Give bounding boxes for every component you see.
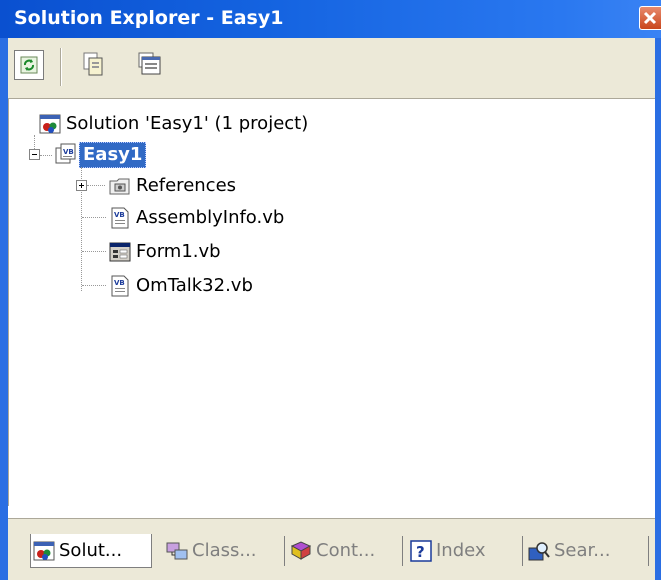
references-icon bbox=[109, 178, 130, 195]
tree-line bbox=[34, 135, 35, 149]
expand-toggle[interactable] bbox=[76, 180, 87, 191]
close-button[interactable] bbox=[639, 6, 661, 30]
tree-line bbox=[87, 185, 105, 186]
class-view-icon bbox=[166, 542, 188, 560]
title-bar[interactable]: Solution Explorer - Easy1 bbox=[0, 0, 661, 38]
solution-tree[interactable]: Solution 'Easy1' (1 project) VB Easy1 Re… bbox=[8, 98, 655, 506]
show-all-files-button[interactable] bbox=[80, 50, 110, 80]
properties-button[interactable] bbox=[136, 50, 166, 80]
svg-text:?: ? bbox=[416, 543, 425, 561]
collapse-toggle[interactable] bbox=[29, 149, 40, 160]
tab-solution-explorer[interactable]: Solut... bbox=[30, 534, 152, 568]
show-all-files-icon bbox=[83, 52, 103, 76]
solution-icon bbox=[33, 541, 55, 561]
solution-icon bbox=[39, 114, 61, 134]
contents-icon bbox=[290, 541, 312, 560]
refresh-icon bbox=[20, 56, 38, 74]
omtalk32-label: OmTalk32.vb bbox=[136, 275, 253, 296]
help-index-icon: ? bbox=[410, 540, 432, 562]
tree-line bbox=[82, 285, 106, 286]
svg-text:VB: VB bbox=[114, 211, 125, 219]
svg-text:VB: VB bbox=[63, 148, 74, 156]
properties-icon bbox=[138, 52, 161, 75]
form1-label: Form1.vb bbox=[136, 241, 221, 262]
tab-separator bbox=[284, 536, 285, 566]
tab-search[interactable]: Sear... bbox=[526, 534, 644, 568]
toolbar-separator bbox=[60, 48, 62, 86]
tab-strip: Solut... Class... Cont... ? Index Sear..… bbox=[8, 518, 655, 580]
vb-project-icon: VB bbox=[55, 143, 76, 164]
tree-empty-area bbox=[8, 506, 655, 518]
tab-separator bbox=[522, 536, 523, 566]
tab-separator bbox=[648, 536, 649, 566]
tab-contents[interactable]: Cont... bbox=[288, 534, 402, 568]
tree-line bbox=[82, 217, 106, 218]
tree-line bbox=[82, 251, 106, 252]
vb-file-icon: VB bbox=[111, 207, 129, 229]
search-icon bbox=[528, 542, 550, 561]
vb-file-icon: VB bbox=[111, 275, 129, 297]
project-label: Easy1 bbox=[79, 142, 147, 168]
tab-label: Index bbox=[436, 540, 486, 561]
tab-label: Cont... bbox=[316, 540, 376, 561]
close-icon bbox=[643, 11, 657, 25]
tab-label: Sear... bbox=[554, 540, 611, 561]
window-border-left bbox=[0, 38, 8, 580]
window-border-right bbox=[655, 38, 661, 580]
window-title: Solution Explorer - Easy1 bbox=[14, 7, 284, 29]
solution-label: Solution 'Easy1' (1 project) bbox=[66, 113, 309, 134]
tab-index[interactable]: ? Index bbox=[408, 534, 520, 568]
toolbar bbox=[8, 38, 655, 98]
tab-class-view[interactable]: Class... bbox=[164, 534, 284, 568]
tab-separator bbox=[402, 536, 403, 566]
tab-label: Class... bbox=[192, 540, 257, 561]
refresh-button[interactable] bbox=[14, 50, 44, 80]
references-label: References bbox=[136, 175, 237, 196]
form-icon bbox=[109, 242, 131, 262]
assemblyinfo-label: AssemblyInfo.vb bbox=[136, 207, 285, 228]
tab-label: Solut... bbox=[59, 540, 123, 561]
tree-line bbox=[40, 155, 52, 156]
svg-text:VB: VB bbox=[114, 279, 125, 287]
